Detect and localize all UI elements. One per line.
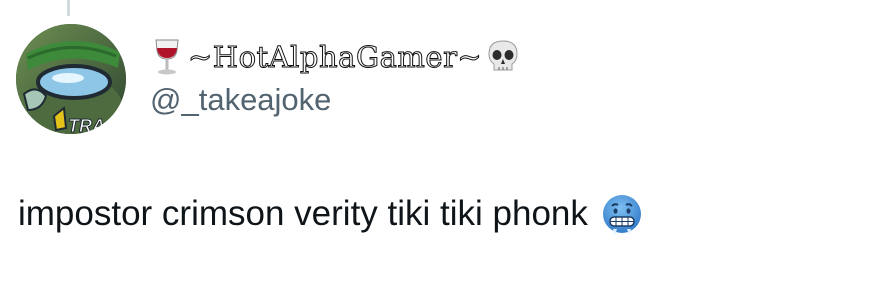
thread-connector-line (67, 0, 70, 16)
tweet-text: impostor crimson verity tiki tiki phonk (18, 194, 588, 233)
avatar[interactable]: TRACK (16, 24, 126, 134)
skull-icon (486, 39, 520, 75)
wine-glass-icon (150, 37, 184, 77)
tweet-body: impostor crimson verity tiki tiki phonk (18, 192, 644, 236)
tweet-header: TRACK ~HotAlphaGamer~ @_takeajoke (16, 24, 520, 134)
user-handle[interactable]: @_takeajoke (150, 82, 520, 118)
display-name-row[interactable]: ~HotAlphaGamer~ (150, 34, 520, 80)
cold-face-icon (600, 192, 644, 236)
display-name[interactable]: ~HotAlphaGamer~ (187, 40, 482, 75)
author-names: ~HotAlphaGamer~ @_takeajoke (150, 34, 520, 118)
avatar-logo-text: TRACK (68, 116, 126, 134)
